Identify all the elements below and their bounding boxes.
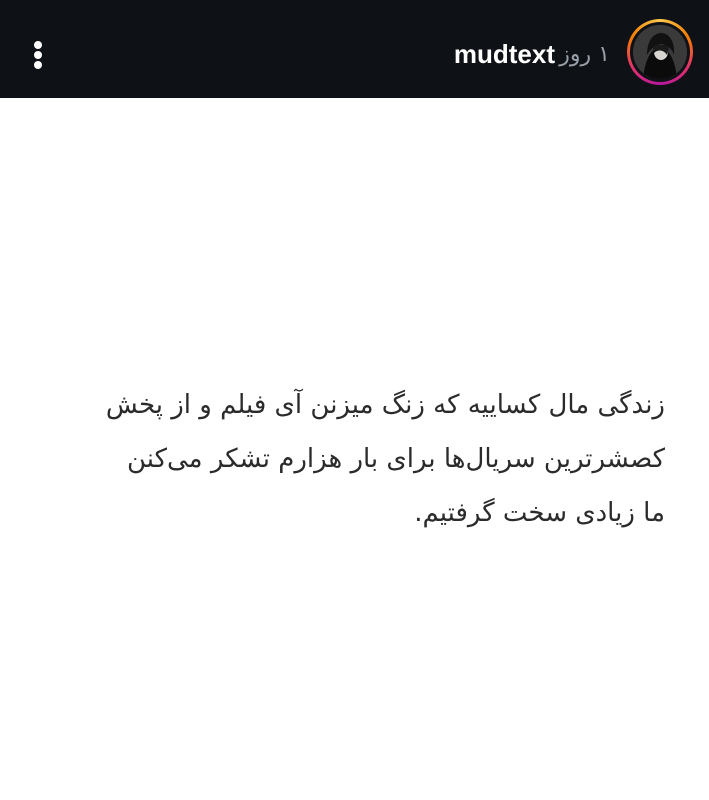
post-line: کصشرترین سریال‌ها برای بار هزارم تشکر می…: [126, 444, 665, 474]
author-block: ۱ روز mudtext: [379, 0, 709, 98]
menu-dot: [34, 51, 42, 59]
menu-dot: [34, 41, 42, 49]
avatar: [633, 25, 687, 79]
post-body: زندگی مال کساییه که زنگ میزنن آی فیلم و …: [25, 378, 665, 540]
story-ring[interactable]: [627, 19, 693, 85]
post-header: ۱ روز mudtext: [0, 0, 709, 98]
avatar-image: [633, 25, 687, 79]
post-time: ۱ روز: [559, 42, 610, 67]
author-username[interactable]: mudtext: [454, 38, 555, 70]
post-line: ما زیادی سخت گرفتیم.: [414, 498, 665, 528]
more-options-icon[interactable]: [24, 34, 54, 74]
post-line: زندگی مال کساییه که زنگ میزنن آی فیلم و …: [105, 390, 665, 420]
menu-dot: [34, 61, 42, 69]
